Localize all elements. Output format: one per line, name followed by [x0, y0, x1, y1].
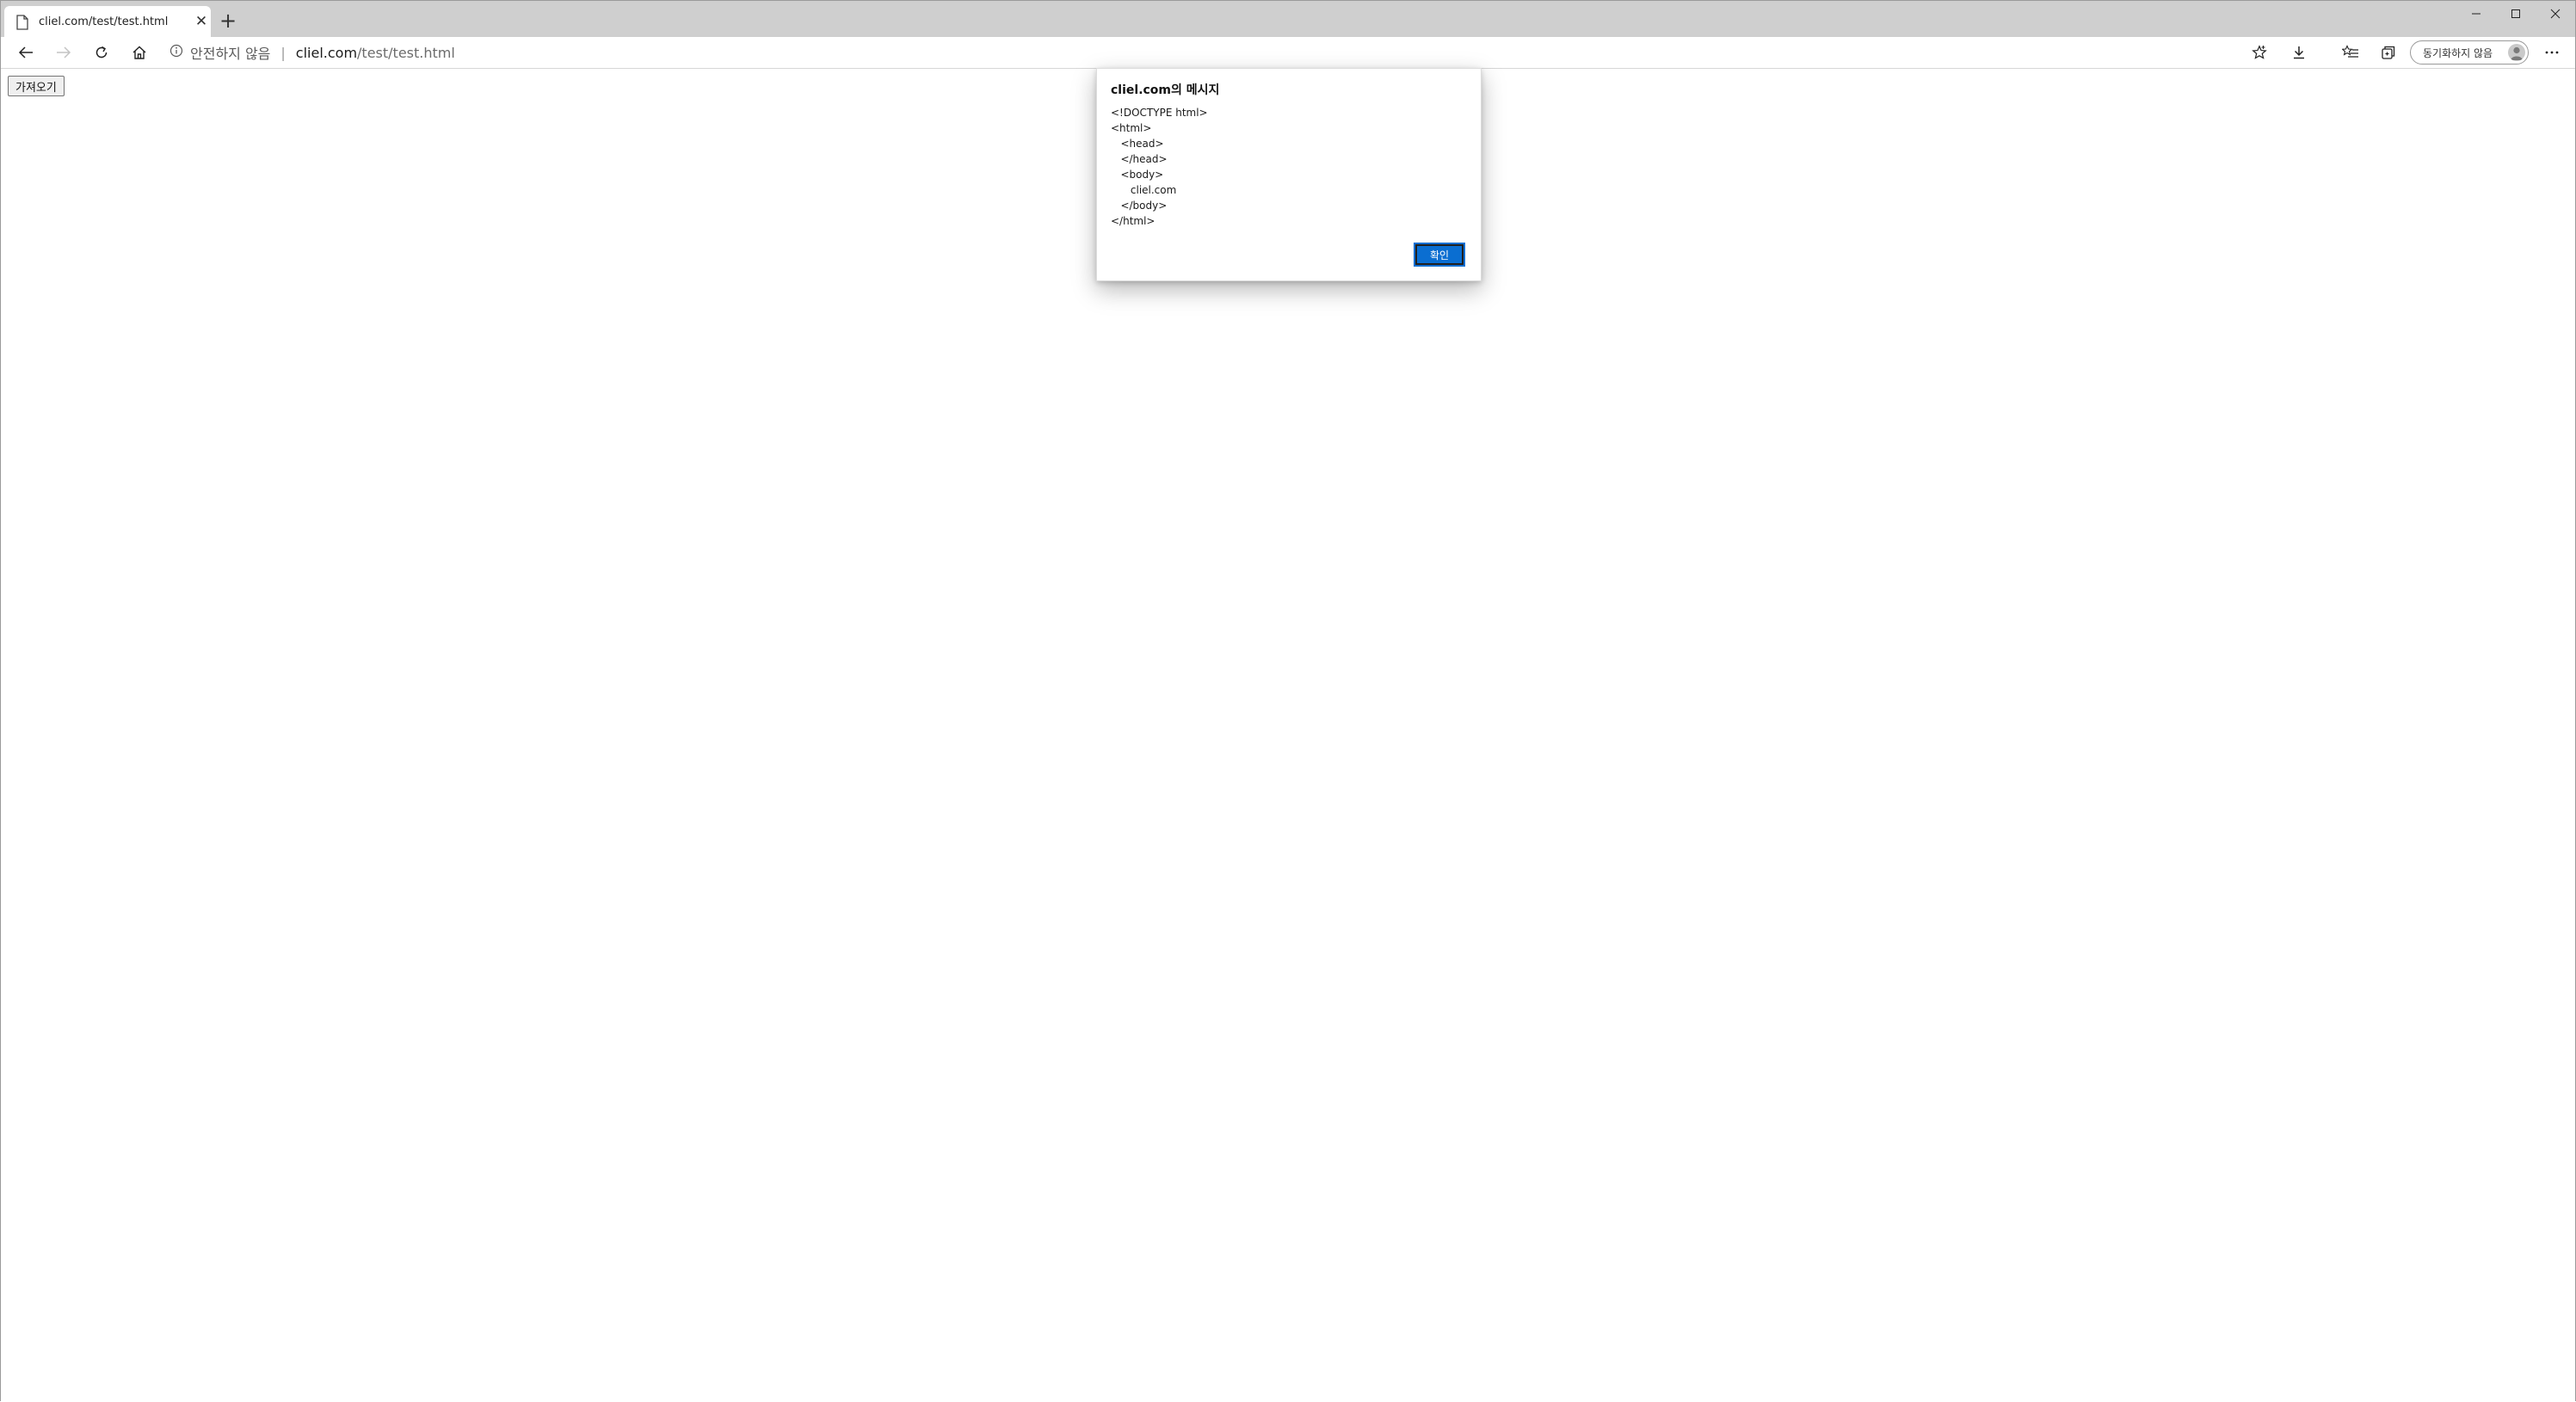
tab-title: cliel.com/test/test.html: [39, 15, 169, 28]
collections-icon[interactable]: [2376, 40, 2401, 65]
tab-active[interactable]: cliel.com/test/test.html ✕: [4, 6, 211, 37]
browser-window: cliel.com/test/test.html ✕ + 안전하지 않음 | c…: [0, 0, 2576, 1402]
message-line: </body>: [1111, 200, 1168, 212]
new-tab-icon[interactable]: +: [216, 9, 240, 34]
tab-close-icon[interactable]: ✕: [194, 12, 209, 31]
home-icon[interactable]: [126, 40, 152, 65]
dialog-message: <!DOCTYPE html> <html> <head> </head> <b…: [1111, 105, 1208, 229]
info-icon[interactable]: [169, 44, 183, 61]
window-controls: [2456, 1, 2575, 27]
message-line: <body>: [1111, 169, 1164, 181]
message-line: <!DOCTYPE html>: [1111, 107, 1208, 119]
tab-strip: cliel.com/test/test.html ✕ +: [1, 1, 2575, 37]
favorite-star-icon[interactable]: [2246, 40, 2272, 65]
download-icon[interactable]: [2286, 40, 2312, 65]
avatar: [2508, 44, 2525, 61]
dialog-title: cliel.com의 메시지: [1111, 83, 1220, 97]
back-arrow-icon[interactable]: [13, 40, 39, 65]
more-menu-icon[interactable]: [2539, 40, 2565, 65]
minimize-icon[interactable]: [2456, 1, 2496, 27]
message-line: <html>: [1111, 122, 1152, 134]
message-line: cliel.com: [1111, 184, 1177, 196]
maximize-icon[interactable]: [2496, 1, 2536, 27]
page-icon: [16, 15, 28, 30]
refresh-icon[interactable]: [89, 40, 114, 65]
ok-button[interactable]: 확인: [1414, 243, 1465, 267]
address-separator: |: [280, 44, 286, 61]
url-path: /test/test.html: [357, 44, 455, 61]
toolbar: 안전하지 않음 | cliel.com/test/test.html 동기화하지…: [1, 37, 2575, 69]
favorites-icon[interactable]: [2338, 40, 2363, 65]
profile-sync-button[interactable]: 동기화하지 않음: [2410, 40, 2529, 65]
close-window-icon[interactable]: [2536, 1, 2575, 27]
security-status[interactable]: 안전하지 않음: [190, 42, 270, 63]
message-line: <head>: [1111, 138, 1164, 150]
address-bar[interactable]: 안전하지 않음 | cliel.com/test/test.html: [169, 40, 455, 65]
sync-status-label: 동기화하지 않음: [2423, 46, 2493, 59]
message-line: </html>: [1111, 215, 1156, 227]
forward-arrow-icon[interactable]: [51, 40, 77, 65]
message-line: </head>: [1111, 153, 1168, 165]
alert-dialog: cliel.com의 메시지 <!DOCTYPE html> <html> <h…: [1096, 68, 1482, 281]
url-host: cliel.com: [295, 44, 358, 61]
fetch-button[interactable]: 가져오기: [8, 76, 65, 96]
